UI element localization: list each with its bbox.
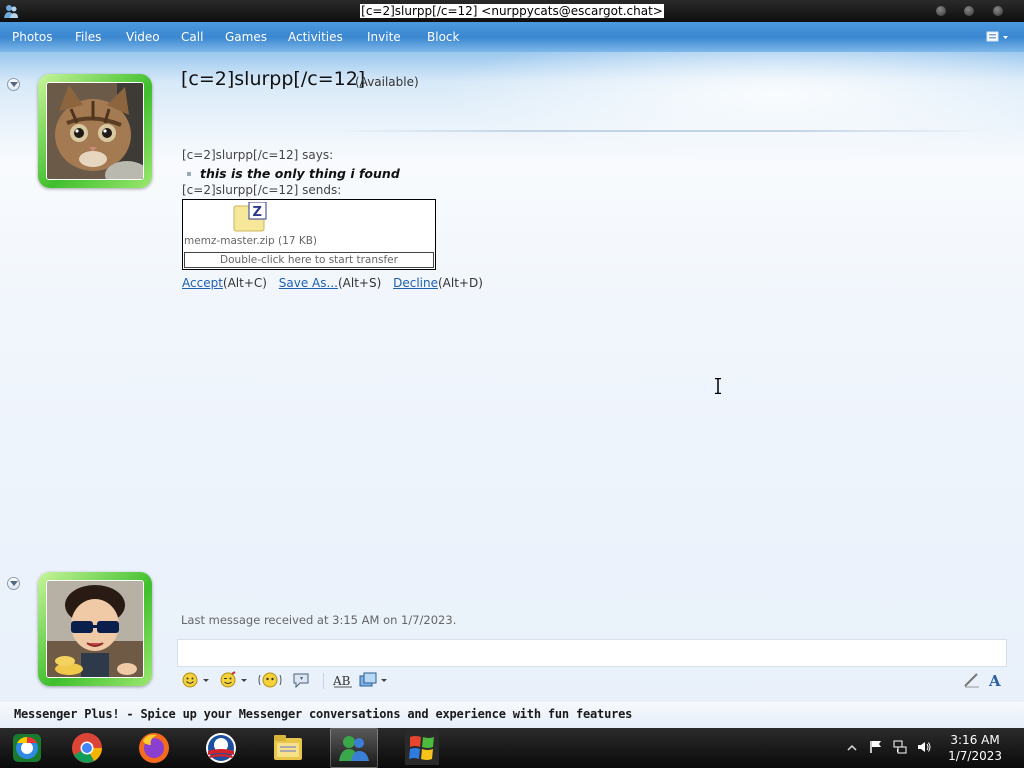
menu-invite[interactable]: Invite <box>367 30 401 44</box>
last-message-info: Last message received at 3:15 AM on 1/7/… <box>181 613 457 627</box>
wink-button[interactable] <box>219 671 249 689</box>
file-info: memz-master.zip (17 KB) <box>184 235 318 247</box>
contact-name: [c=2]slurpp[/c=12] <box>181 68 366 90</box>
user-avatar[interactable] <box>38 572 152 686</box>
firefox-icon[interactable] <box>137 731 171 765</box>
obama-logo-icon[interactable] <box>204 731 238 765</box>
handwriting-button[interactable] <box>963 671 981 689</box>
messenger-taskbar-icon[interactable] <box>337 731 371 765</box>
network-icon[interactable] <box>893 740 907 754</box>
decline-shortcut: (Alt+D) <box>437 276 483 290</box>
start-transfer-button[interactable]: Double-click here to start transfer <box>184 252 434 268</box>
message-input[interactable] <box>177 639 1007 667</box>
toolbar-divider <box>323 673 324 689</box>
sends-label: [c=2]slurpp[/c=12] sends: <box>182 183 342 197</box>
accept-link[interactable]: Accept <box>182 276 223 290</box>
formatting-toolbar: AB A <box>177 667 1007 695</box>
clock-date: 1/7/2023 <box>948 749 1002 763</box>
minimize-button[interactable] <box>936 6 946 16</box>
accept-shortcut: (Alt+C) <box>222 276 267 290</box>
start-button-icon[interactable] <box>10 731 44 765</box>
window-title: [c=2]slurpp[/c=12] <nurppycats@escargot.… <box>360 4 664 18</box>
svg-text:Z: Z <box>253 205 262 220</box>
header-separator <box>330 130 990 132</box>
says-label: [c=2]slurpp[/c=12] says: <box>182 148 334 162</box>
nudge-button[interactable] <box>257 671 283 689</box>
file-explorer-icon[interactable] <box>271 731 305 765</box>
messenger-plus-text: Messenger Plus! - Spice up your Messenge… <box>14 707 633 721</box>
text-cursor-icon <box>715 378 721 394</box>
font-button[interactable]: AB <box>332 671 354 689</box>
action-center-flag-icon[interactable] <box>869 740 883 754</box>
voice-clip-button[interactable] <box>291 671 313 689</box>
volume-icon[interactable] <box>917 740 931 754</box>
message-text: this is the only thing i found <box>200 166 400 181</box>
menu-bar: Photos Files Video Call Games Activities… <box>0 22 1024 52</box>
conversation-window: Photos Files Video Call Games Activities… <box>0 22 1024 728</box>
file-transfer-box[interactable]: Z memz-master.zip (17 KB) Double-click h… <box>182 199 436 270</box>
title-bar: [c=2]slurpp[/c=12] <nurppycats@escargot.… <box>0 0 1024 22</box>
message-bullet <box>187 172 191 176</box>
close-button[interactable] <box>993 6 1003 16</box>
transfer-actions: Accept(Alt+C) Save As...(Alt+S) Decline(… <box>182 276 483 290</box>
text-format-button[interactable]: A <box>987 671 1005 689</box>
collapse-contact-icon[interactable] <box>7 78 20 91</box>
zip-file-icon: Z <box>233 202 267 232</box>
save-as-shortcut: (Alt+S) <box>337 276 382 290</box>
windows-xp-icon[interactable] <box>405 731 439 765</box>
system-clock[interactable]: 3:16 AM 1/7/2023 <box>948 732 1002 764</box>
clock-time: 3:16 AM <box>950 733 1000 747</box>
menu-block[interactable]: Block <box>427 30 459 44</box>
chrome-icon[interactable] <box>70 731 104 765</box>
kitten-picture <box>46 82 144 180</box>
decline-link[interactable]: Decline <box>393 276 438 290</box>
save-as-link[interactable]: Save As... <box>279 276 338 290</box>
taskbar: 3:16 AM 1/7/2023 <box>0 728 1024 768</box>
contact-avatar[interactable] <box>38 74 152 188</box>
contact-status: (Available) <box>355 75 419 89</box>
svg-text:AB: AB <box>332 674 351 688</box>
menu-activities[interactable]: Activities <box>288 30 343 44</box>
options-menu-icon[interactable] <box>986 30 1010 44</box>
menu-video[interactable]: Video <box>126 30 160 44</box>
cartoon-avatar-picture <box>46 580 144 678</box>
menu-photos[interactable]: Photos <box>12 30 52 44</box>
collapse-user-icon[interactable] <box>7 577 20 590</box>
messenger-plus-bar[interactable]: Messenger Plus! - Spice up your Messenge… <box>0 702 1024 728</box>
backgrounds-button[interactable] <box>359 671 389 689</box>
show-hidden-icons-icon[interactable] <box>847 743 857 753</box>
emoticon-button[interactable] <box>181 671 211 689</box>
menu-games[interactable]: Games <box>225 30 267 44</box>
maximize-button[interactable] <box>964 6 974 16</box>
svg-text:A: A <box>988 672 1001 689</box>
menu-call[interactable]: Call <box>181 30 203 44</box>
menu-files[interactable]: Files <box>75 30 101 44</box>
